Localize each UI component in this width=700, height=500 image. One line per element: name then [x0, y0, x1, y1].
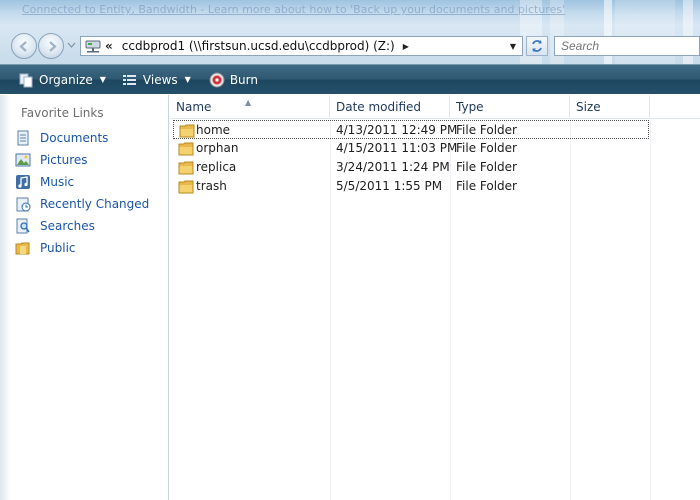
file-name: orphan	[196, 141, 239, 155]
views-label: Views	[142, 72, 178, 87]
address-path[interactable]: ccdbprod1 (\\firstsun.ucsd.edu\ccdbprod)…	[122, 39, 395, 53]
file-row-orphan[interactable]: orphan 4/15/2011 11:03 PM File Folder	[173, 139, 649, 158]
nav-item-documents[interactable]: Documents	[14, 128, 108, 148]
column-header-size[interactable]: Size	[570, 95, 650, 119]
nav-item-label: Documents	[40, 131, 109, 145]
column-header-name[interactable]: Name ▲	[170, 95, 330, 119]
file-type: File Folder	[456, 160, 517, 174]
refresh-icon	[532, 40, 542, 52]
nav-item-searches[interactable]: Searches	[14, 216, 95, 236]
chevron-down-icon: ▼	[99, 75, 106, 84]
nav-item-label: Recently Changed	[40, 197, 150, 211]
nav-item-pictures[interactable]: Pictures	[14, 150, 88, 170]
public-folder-icon	[14, 240, 32, 256]
navigation-pane-shading	[0, 95, 11, 500]
file-name: replica	[196, 160, 237, 174]
organize-label: Organize	[39, 72, 93, 87]
views-button[interactable]: Views ▼	[118, 65, 195, 95]
column-header-label: Size	[576, 100, 601, 114]
nav-item-label: Music	[40, 175, 75, 189]
back-arrow-icon	[18, 40, 27, 52]
column-header-label: Date modified	[336, 100, 422, 114]
pictures-icon	[14, 152, 32, 168]
network-drive-icon	[85, 40, 101, 53]
file-type: File Folder	[456, 123, 517, 137]
nav-item-music[interactable]: Music	[14, 172, 74, 192]
file-date-modified: 3/24/2011 1:24 PM	[336, 160, 450, 174]
nav-item-label: Public	[40, 241, 76, 255]
music-icon	[14, 174, 32, 190]
sort-ascending-icon: ▲	[245, 98, 252, 107]
burn-disc-icon	[209, 72, 225, 87]
file-row-trash[interactable]: trash 5/5/2011 1:55 PM File Folder	[173, 177, 649, 196]
nav-item-label: Pictures	[40, 153, 88, 167]
forward-button[interactable]	[38, 33, 64, 59]
organize-button[interactable]: Organize ▼	[14, 65, 110, 95]
back-button[interactable]	[11, 33, 37, 59]
column-header-label: Type	[456, 100, 484, 114]
file-type: File Folder	[456, 141, 517, 155]
forward-arrow-icon	[48, 40, 57, 52]
window-titlebar: Connected to Entity, Bandwidth - Learn m…	[0, 0, 700, 64]
searches-icon	[14, 218, 32, 234]
column-header-type[interactable]: Type	[450, 95, 570, 119]
documents-icon	[14, 130, 32, 146]
organize-icon	[19, 73, 33, 87]
file-type: File Folder	[456, 179, 517, 193]
favorite-links-heading: Favorite Links	[21, 106, 104, 120]
column-headers: Name ▲ Date modified Type Size	[170, 95, 700, 119]
background-window-text: Connected to Entity, Bandwidth - Learn m…	[22, 3, 566, 16]
file-date-modified: 4/15/2011 11:03 PM	[336, 141, 458, 155]
nav-item-label: Searches	[40, 219, 95, 233]
nav-item-public[interactable]: Public	[14, 238, 76, 258]
folder-icon	[178, 161, 194, 175]
file-date-modified: 5/5/2011 1:55 PM	[336, 179, 443, 193]
nav-item-recently-changed[interactable]: Recently Changed	[14, 194, 149, 214]
burn-label: Burn	[229, 72, 258, 87]
folder-icon	[178, 180, 194, 194]
breadcrumb-arrow-icon[interactable]: ▶	[403, 42, 409, 51]
file-row-home[interactable]: home 4/13/2011 12:49 PM File Folder	[173, 120, 649, 139]
burn-button[interactable]: Burn	[205, 65, 262, 95]
command-bar: Organize ▼ Views ▼ Burn	[0, 64, 700, 94]
file-list: Name ▲ Date modified Type Size home 4/13…	[170, 95, 700, 500]
column-divider	[650, 119, 651, 500]
file-name: trash	[196, 179, 227, 193]
folder-icon	[178, 142, 194, 156]
views-icon	[122, 74, 136, 85]
file-name: home	[196, 123, 231, 137]
address-overflow-chevron[interactable]: «	[105, 39, 113, 53]
address-dropdown-icon[interactable]: ▼	[504, 37, 522, 55]
folder-icon	[179, 124, 195, 138]
column-header-date-modified[interactable]: Date modified	[330, 95, 450, 119]
file-date-modified: 4/13/2011 12:49 PM	[336, 123, 458, 137]
navigation-pane: Favorite Links Documents Pictures Music …	[0, 95, 169, 500]
recently-changed-icon	[14, 196, 32, 212]
recent-pages-dropdown-icon[interactable]	[67, 42, 76, 49]
file-row-replica[interactable]: replica 3/24/2011 1:24 PM File Folder	[173, 158, 649, 177]
refresh-button[interactable]	[526, 36, 548, 56]
search-input[interactable]	[554, 36, 700, 56]
column-header-label: Name	[176, 100, 212, 114]
address-bar[interactable]: « ccdbprod1 (\\firstsun.ucsd.edu\ccdbpro…	[80, 36, 523, 56]
chevron-down-icon: ▼	[184, 75, 191, 84]
